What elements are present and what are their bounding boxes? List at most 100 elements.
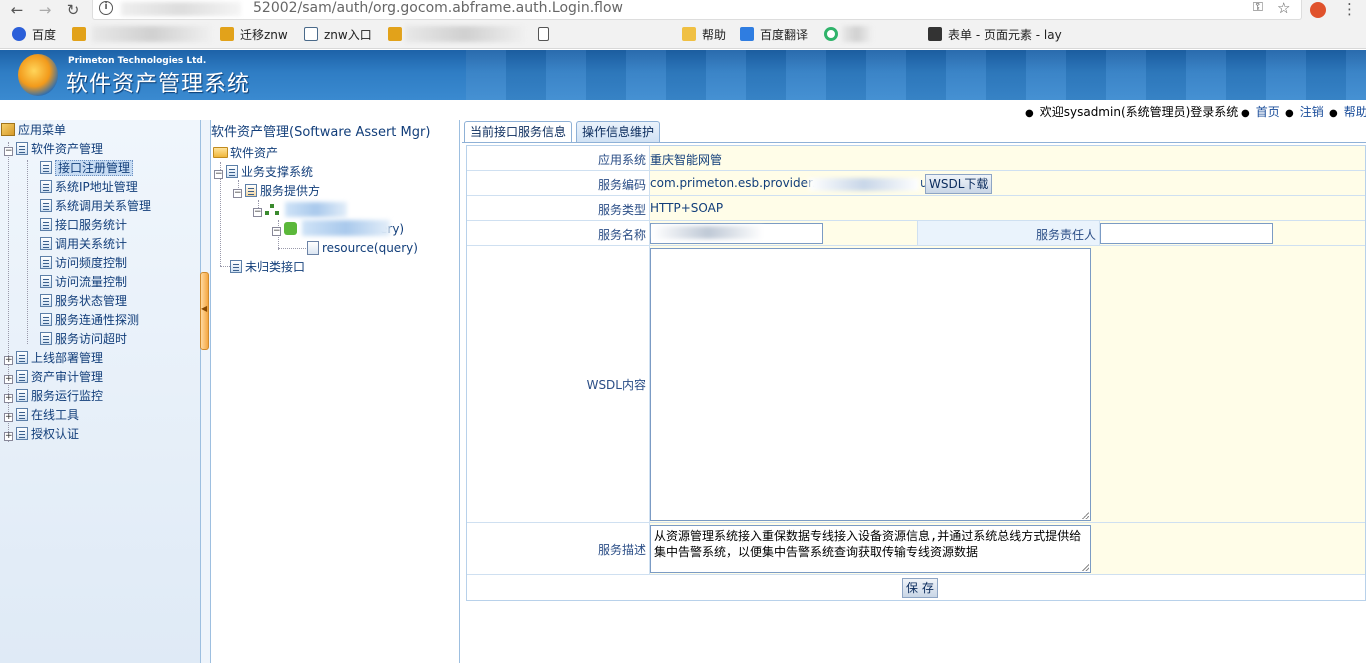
menu-item-call-relation[interactable]: 系统调用关系管理 [40, 197, 151, 216]
owner-label: 服务责任人 [1035, 228, 1096, 242]
menu-group-label: 服务运行监控 [31, 389, 104, 403]
back-arrow-icon[interactable]: ← [8, 1, 26, 19]
panel-splitter[interactable] [201, 120, 210, 663]
menu-item-label: 服务状态管理 [55, 294, 128, 308]
browser-toolbar: ← → ↻ i 52002/sam/auth/org.gocom.abframe… [0, 0, 1366, 22]
system-node-icon [226, 165, 238, 178]
menu-group-deploy[interactable]: + 上线部署管理 [4, 349, 103, 368]
extension-icon[interactable] [1310, 2, 1326, 18]
home-link[interactable]: ● 首页 [1241, 103, 1280, 120]
collapse-icon[interactable]: − [214, 170, 223, 179]
system-title: 软件资产管理系统 [66, 72, 251, 97]
menu-item-label: 服务访问超时 [55, 332, 128, 346]
wsdl-download-button[interactable]: WSDL下载 [925, 174, 993, 194]
tree-node-label: 业务支撑系统 [241, 165, 314, 179]
menu-item-traffic-control[interactable]: 访问流量控制 [40, 273, 127, 292]
collapse-icon[interactable]: − [4, 147, 13, 156]
menu-group-asset[interactable]: − 软件资产管理 [4, 140, 103, 159]
menu-item-label: 系统调用关系管理 [55, 199, 152, 213]
bookmark-redacted [405, 26, 525, 42]
tree-node-business-support[interactable]: − 业务支撑系统 [214, 163, 313, 182]
circle-icon [824, 27, 838, 41]
menu-group-auth[interactable]: + 授权认证 [4, 425, 79, 444]
menu-node-icon [40, 256, 52, 269]
forward-arrow-icon[interactable]: → [36, 1, 54, 19]
menu-group-tools[interactable]: + 在线工具 [4, 406, 79, 425]
tree-node-label: 未归类接口 [245, 260, 306, 274]
expand-icon[interactable]: + [4, 356, 13, 365]
wsdl-label: WSDL内容 [586, 378, 646, 392]
menu-item-interface-registry[interactable]: 接口注册管理 [40, 159, 134, 178]
expand-icon[interactable]: + [4, 394, 13, 403]
tab-operation-maintenance[interactable]: 操作信息维护 [576, 121, 661, 143]
menu-node-icon [40, 294, 52, 307]
bookmark-green[interactable] [824, 27, 844, 43]
bookmark-layui-form[interactable]: 表单 - 页面元素 - lay [928, 27, 1062, 43]
collapse-left-arrow-icon[interactable]: ◀ [201, 304, 207, 313]
menu-root-icon [1, 123, 15, 136]
expand-icon[interactable]: + [4, 375, 13, 384]
menu-item-service-stats[interactable]: 接口服务统计 [40, 216, 127, 235]
bookmark-help[interactable]: 帮助 [682, 27, 726, 43]
bookmark-label: 百度 [32, 28, 57, 42]
info-icon[interactable]: i [99, 1, 113, 15]
bookmark-baidu[interactable]: 百度 [12, 27, 56, 43]
resize-grip-icon[interactable] [1082, 512, 1089, 519]
menu-root[interactable]: 应用菜单 [1, 121, 66, 140]
menu-item-timeout[interactable]: 服务访问超时 [40, 330, 127, 349]
menu-item-frequency-control[interactable]: 访问频度控制 [40, 254, 127, 273]
tree-node-label: resource(query) [322, 241, 418, 255]
translate-icon [740, 27, 754, 41]
asset-tree-title: 软件资产管理(Software Assert Mgr) [211, 125, 431, 140]
tree-line [278, 248, 306, 249]
expand-icon[interactable]: + [4, 432, 13, 441]
menu-item-connectivity[interactable]: 服务连通性探测 [40, 311, 139, 330]
tree-node-software-asset[interactable]: 软件资产 [213, 144, 278, 163]
menu-group-monitor[interactable]: + 服务运行监控 [4, 387, 103, 406]
menu-group-audit[interactable]: + 资产审计管理 [4, 368, 103, 387]
owner-input[interactable] [1100, 223, 1273, 244]
service-type-value: HTTP+SOAP [650, 201, 724, 215]
address-bar[interactable]: i 52002/sam/auth/org.gocom.abframe.auth.… [92, 0, 1302, 20]
puzzle-piece-icon [284, 222, 297, 235]
reload-icon[interactable]: ↻ [64, 1, 82, 19]
bookmark-redacted [92, 26, 212, 42]
collapse-icon[interactable]: − [272, 227, 281, 236]
service-description-textarea[interactable]: 从资源管理系统接入重保数据专线接入设备资源信息,并通过系统总线方式提供给集中告警… [650, 525, 1091, 573]
menu-node-icon [40, 161, 52, 174]
key-icon[interactable]: ⚿ [1253, 0, 1263, 15]
menu-group-label: 授权认证 [31, 427, 80, 441]
tab-current-service-info[interactable]: 当前接口服务信息 [464, 121, 573, 143]
redacted-node-label [285, 202, 347, 217]
service-name-label: 服务名称 [597, 228, 646, 242]
collapse-icon[interactable]: − [233, 189, 242, 198]
bookmark-baidu-translate[interactable]: 百度翻译 [740, 27, 808, 43]
save-button[interactable]: 保 存 [902, 578, 938, 598]
browser-menu-icon[interactable]: ⋮ [1342, 1, 1357, 17]
menu-node-icon [40, 180, 52, 193]
wsdl-textarea[interactable] [650, 248, 1091, 521]
app-system-label: 应用系统 [597, 153, 646, 167]
tree-node-provider[interactable]: − 服务提供方 [233, 182, 320, 201]
resize-grip-icon[interactable] [1082, 564, 1089, 571]
menu-node-icon [40, 275, 52, 288]
tree-node-resource-query[interactable]: resource(query) [307, 239, 418, 258]
bookmark-page[interactable] [538, 27, 555, 43]
owner-label-cell: 服务责任人 [917, 221, 1099, 246]
bookmark-icon-only[interactable] [72, 27, 92, 43]
tree-node-org[interactable]: − [253, 201, 282, 220]
tree-node-uncategorized[interactable]: 未归类接口 [230, 258, 305, 277]
menu-group-label: 上线部署管理 [31, 351, 104, 365]
expand-icon[interactable]: + [4, 413, 13, 422]
bookmark-migrate[interactable]: 迁移znw [220, 27, 288, 43]
bookmark-star-icon[interactable]: ☆ [1277, 0, 1290, 17]
logout-link[interactable]: ● 注销 [1285, 103, 1324, 120]
help-link[interactable]: ● 帮助 [1329, 103, 1366, 120]
menu-item-ip-address[interactable]: 系统IP地址管理 [40, 178, 138, 197]
bookmark-znw-entry[interactable]: znw入口 [304, 27, 372, 43]
collapse-icon[interactable]: − [253, 208, 262, 217]
service-code-value-cell: com.primeton.esb.provider. u [649, 171, 1365, 196]
menu-item-relation-stats[interactable]: 调用关系统计 [40, 235, 127, 254]
bookmark-redacted [842, 26, 872, 42]
menu-item-status-mgmt[interactable]: 服务状态管理 [40, 292, 127, 311]
